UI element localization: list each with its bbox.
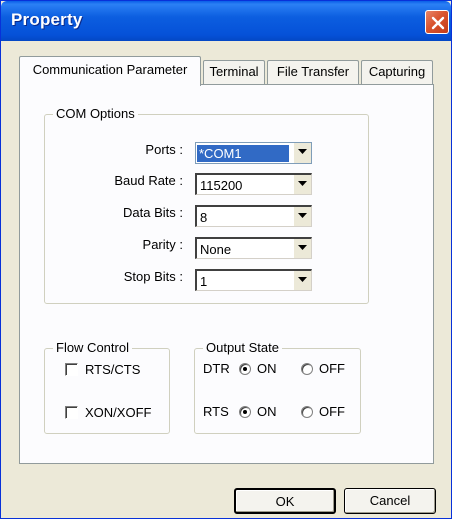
stop-bits-value: 1 (200, 274, 208, 289)
parity-label: Parity : (142, 237, 183, 252)
stop-bits-dropdown-button[interactable] (293, 271, 311, 290)
output-state-group: Output State DTR ON OFF RTS ON OFF (194, 340, 361, 434)
tab-label: File Transfer (276, 64, 350, 79)
tab-label: Communication Parameter (32, 62, 188, 77)
title-bar[interactable]: Property (1, 1, 451, 41)
chevron-down-icon (298, 149, 307, 154)
close-icon (431, 16, 445, 30)
dtr-on-radio[interactable] (239, 363, 251, 375)
tab-label: Capturing (368, 64, 426, 79)
flow-control-title: Flow Control (53, 340, 132, 356)
data-bits-select[interactable]: 8 (195, 205, 312, 227)
parity-value: None (200, 242, 232, 257)
dtr-on-label[interactable]: ON (257, 361, 277, 376)
ports-value: *COM1 (197, 145, 289, 162)
dtr-label: DTR (203, 361, 230, 376)
property-dialog: Property Communication Parameter Termina… (0, 0, 452, 519)
window-title: Property (11, 10, 83, 29)
baud-rate-value: 115200 (200, 178, 243, 193)
rts-cts-checkbox[interactable] (65, 363, 78, 376)
chevron-down-icon (298, 277, 307, 282)
xon-xoff-checkbox[interactable] (65, 406, 78, 419)
rts-label: RTS (203, 404, 229, 419)
rts-cts-label[interactable]: RTS/CTS (85, 362, 140, 377)
ports-dropdown-button[interactable] (293, 143, 311, 163)
stop-bits-label: Stop Bits : (123, 269, 183, 284)
rts-on-radio[interactable] (239, 406, 251, 418)
rts-on-label[interactable]: ON (257, 404, 277, 419)
data-bits-dropdown-button[interactable] (293, 207, 311, 226)
rts-off-radio[interactable] (301, 406, 313, 418)
dtr-off-radio[interactable] (301, 363, 313, 375)
tab-file-transfer[interactable]: File Transfer (267, 60, 359, 84)
tab-terminal[interactable]: Terminal (203, 60, 265, 84)
rts-off-label[interactable]: OFF (319, 404, 345, 419)
stop-bits-select[interactable]: 1 (195, 269, 312, 291)
communication-parameter-panel: COM Options Ports : *COM1 Baud Rate : 11… (19, 84, 434, 464)
chevron-down-icon (298, 245, 307, 250)
xon-xoff-label[interactable]: XON/XOFF (85, 405, 151, 420)
cancel-button[interactable]: Cancel (344, 488, 436, 514)
flow-control-group: Flow Control RTS/CTS XON/XOFF (44, 340, 170, 434)
close-button[interactable] (425, 10, 449, 34)
tab-label: Terminal (209, 64, 259, 79)
output-state-title: Output State (203, 340, 282, 356)
tab-capturing[interactable]: Capturing (361, 60, 433, 84)
data-bits-label: Data Bits : (123, 205, 183, 220)
baud-rate-dropdown-button[interactable] (293, 175, 311, 194)
baud-rate-select[interactable]: 115200 (195, 173, 312, 195)
parity-select[interactable]: None (195, 237, 312, 259)
chevron-down-icon (298, 213, 307, 218)
ok-button[interactable]: OK (234, 488, 336, 514)
data-bits-value: 8 (200, 210, 208, 225)
com-options-group: COM Options Ports : *COM1 Baud Rate : 11… (44, 106, 369, 304)
ports-select[interactable]: *COM1 (195, 142, 312, 164)
tab-communication-parameter[interactable]: Communication Parameter (19, 56, 201, 86)
com-options-title: COM Options (53, 106, 138, 122)
parity-dropdown-button[interactable] (293, 239, 311, 258)
chevron-down-icon (298, 181, 307, 186)
baud-rate-label: Baud Rate : (114, 173, 183, 188)
dtr-off-label[interactable]: OFF (319, 361, 345, 376)
ports-label: Ports : (145, 142, 183, 157)
